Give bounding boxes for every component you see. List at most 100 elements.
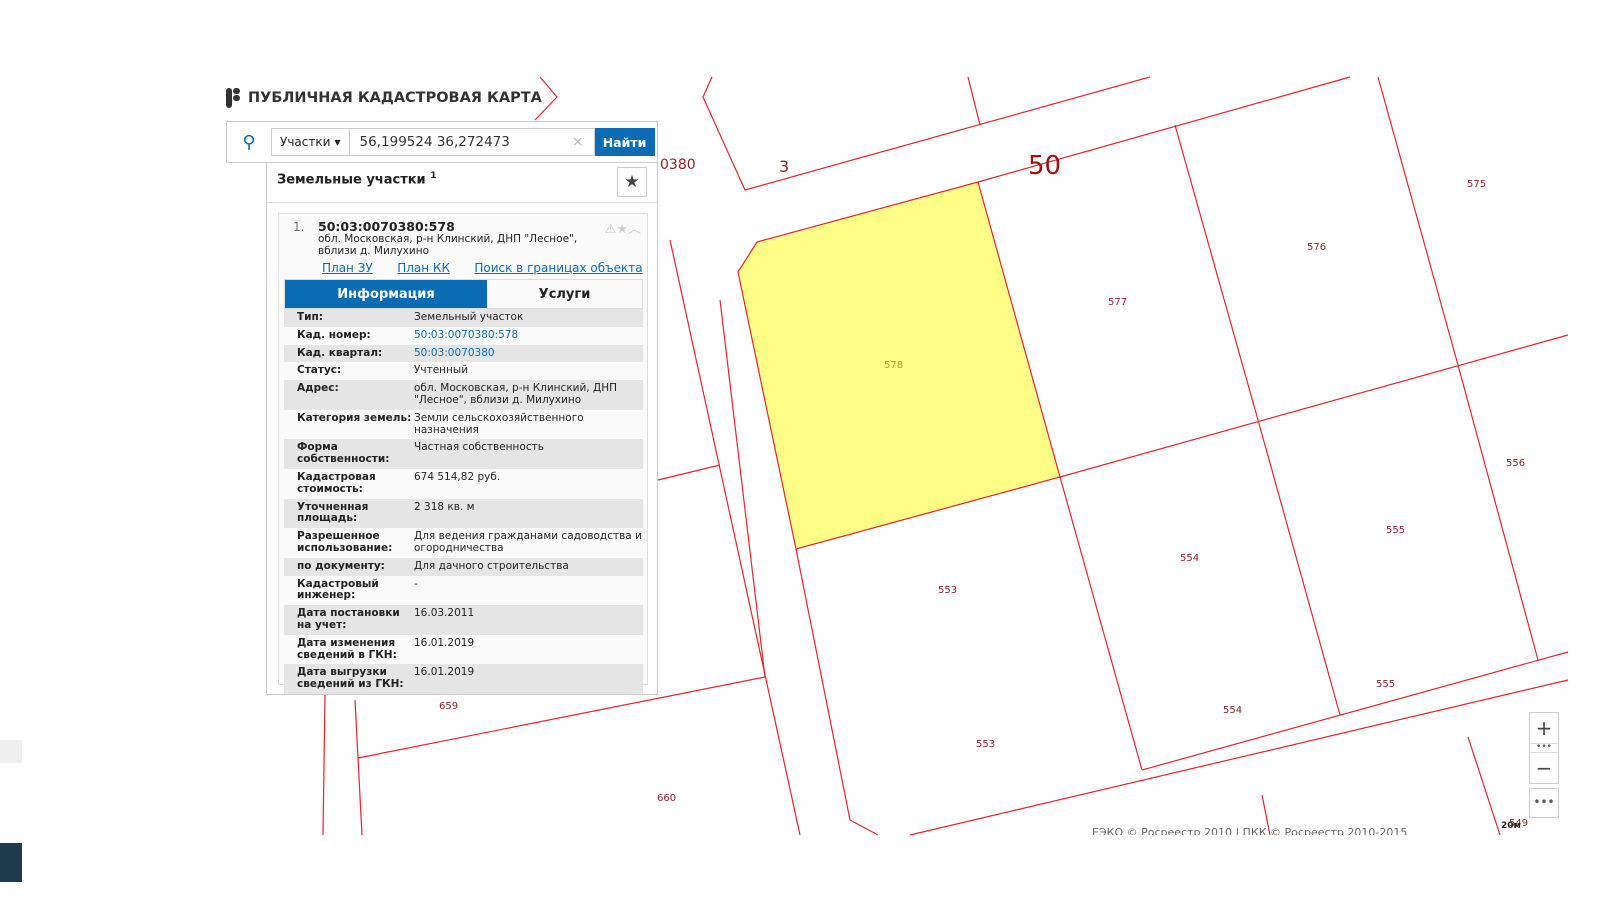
search-bar: ⚲ Участки ▼ 56,199524 36,272473 × Найти	[226, 121, 658, 163]
info-key: Тип:	[297, 311, 323, 323]
info-row: Кад. номер: 50:03:0070380:578	[284, 327, 643, 345]
parcel-label: 556	[1506, 458, 1525, 469]
info-key: Адрес:	[297, 382, 339, 395]
zoom-in-button[interactable]: +	[1530, 713, 1558, 743]
result-address: обл. Московская, р-н Клинский, ДНП "Лесн…	[318, 233, 578, 257]
search-input[interactable]: 56,199524 36,272473 ×	[348, 128, 595, 156]
info-value: 16.01.2019	[414, 636, 475, 649]
info-row: Адрес: обл. Московская, р-н Клинский, ДНП…	[284, 380, 643, 410]
info-row: по документу: Для дачного строительства	[284, 557, 643, 576]
info-key: Кад. квартал:	[297, 346, 383, 359]
parcel-label: 555	[1376, 679, 1395, 690]
info-row: Разрешенное использование: Для ведения гр…	[284, 528, 643, 558]
search-icon[interactable]: ⚲	[227, 132, 271, 153]
star-icon[interactable]: ★	[616, 222, 628, 237]
parcel-label: 575	[1467, 179, 1486, 190]
info-row: Кадастровый инженер: -	[284, 576, 643, 606]
favorites-button[interactable]: ★	[617, 167, 647, 197]
results-panel: Земельные участки 1 ★ 1. 50:03:0070380:5…	[266, 163, 658, 695]
result-index: 1.	[293, 220, 305, 234]
search-value: 56,199524 36,272473	[359, 134, 510, 150]
info-table: Тип: Земельный участок Кад. номер: 50:03:00…	[284, 309, 643, 694]
info-key: Статус:	[297, 364, 342, 377]
quarter-label: 50	[1028, 151, 1061, 181]
result-cad-number[interactable]: 50:03:0070380:578	[318, 219, 455, 234]
zoom-levels-button[interactable]: •••	[1530, 743, 1558, 753]
info-row: Категория земель: Земли сельскохозяйствен…	[284, 410, 643, 440]
find-button[interactable]: Найти	[594, 128, 655, 156]
address-line: вблизи д. Милухино	[318, 244, 430, 257]
info-row: Кад. квартал: 50:03:0070380	[284, 344, 643, 363]
info-value: 16.03.2011	[414, 607, 475, 620]
tab-info[interactable]: Информация	[285, 280, 487, 308]
info-value: Учтенный	[414, 364, 469, 377]
results-count: 1	[430, 171, 437, 181]
chevron-down-icon: ▼	[334, 137, 341, 147]
zoom-control: + ••• −	[1529, 712, 1559, 784]
info-key: Кад. номер:	[297, 328, 371, 341]
clear-icon[interactable]: ×	[572, 134, 584, 150]
result-card: 1. 50:03:0070380:578 обл. Московская, р-…	[278, 213, 648, 694]
info-key: Разрешенное использование:	[297, 530, 393, 554]
info-key: Дата изменения сведений в ГКН:	[297, 636, 397, 661]
map-label: 0380	[660, 157, 696, 173]
star-icon: ★	[624, 172, 640, 192]
search-type-value: Участки	[280, 135, 331, 149]
app-header: ПУБЛИЧНАЯ КАДАСТРОВАЯ КАРТА	[226, 88, 542, 108]
info-key: Кадастровая стоимость:	[297, 470, 376, 495]
side-tab[interactable]	[0, 740, 22, 763]
map-label: 3	[779, 157, 789, 176]
info-row: Тип: Земельный участок	[284, 309, 643, 327]
parcel-label: 659	[439, 701, 458, 712]
more-button[interactable]: •••	[1529, 788, 1559, 818]
info-value: Частная собственность	[414, 441, 544, 454]
parcel-label: 577	[1108, 297, 1127, 308]
parcel-label: 553	[938, 585, 957, 596]
info-key: Дата выгрузки сведений из ГКН:	[297, 666, 404, 691]
info-row: Форма собственности: Частная собственност…	[284, 439, 643, 469]
logo-icon	[226, 88, 240, 108]
info-row: Дата выгрузки сведений из ГКН: 16.01.2019	[284, 664, 643, 694]
parcel-label: 660	[657, 793, 676, 804]
collapse-icon[interactable]: ︿	[628, 222, 641, 237]
info-value: Для дачного строительства	[414, 559, 569, 572]
search-type-select[interactable]: Участки ▼	[271, 128, 349, 156]
address-line: обл. Московская, р-н Клинский, ДНП "Лесн…	[318, 233, 578, 245]
info-value[interactable]: 50:03:0070380	[414, 347, 643, 360]
info-value: Для ведения гражданами садоводства и ого…	[414, 530, 642, 554]
info-row: Дата постановки на учет: 16.03.2011	[284, 605, 643, 635]
side-menu-button[interactable]	[0, 843, 22, 882]
parcel-label: 578	[884, 360, 903, 371]
parcel-label: 554	[1223, 705, 1242, 716]
info-key: Категория земель:	[297, 411, 412, 424]
info-key: по документу:	[297, 559, 385, 572]
info-key: Уточненная площадь:	[297, 500, 369, 525]
info-key: Кадастровый инженер:	[297, 577, 379, 602]
info-key: Форма собственности:	[297, 441, 390, 466]
info-value: 2 318 кв. м	[414, 500, 475, 513]
app-title: ПУБЛИЧНАЯ КАДАСТРОВАЯ КАРТА	[248, 90, 542, 106]
parcel-label: 576	[1307, 242, 1326, 253]
info-value: обл. Московская, р-н Клинский, ДНП "Лесн…	[414, 382, 617, 406]
info-value: Земли сельскохозяйственного назначения	[414, 411, 584, 436]
info-value[interactable]: 50:03:0070380:578	[414, 329, 643, 342]
info-value: -	[414, 577, 418, 590]
parcel-label: 553	[976, 739, 995, 750]
parcel-label: 554	[1180, 553, 1199, 564]
parcel-label: 555	[1386, 525, 1405, 536]
info-row: Статус: Учтенный	[284, 362, 643, 380]
zoom-out-button[interactable]: −	[1530, 753, 1558, 783]
info-row: Дата изменения сведений в ГКН: 16.01.2019	[284, 635, 643, 665]
info-value: 674 514,82 руб.	[414, 470, 501, 483]
info-key: Дата постановки на учет:	[297, 607, 400, 631]
info-row: Кадастровая стоимость: 674 514,82 руб.	[284, 469, 643, 499]
info-row: Уточненная площадь: 2 318 кв. м	[284, 498, 643, 529]
copyright: ЕЭКО © Росреестр 2010 | ПКК © Росреестр …	[1092, 826, 1408, 835]
tab-services[interactable]: Услуги	[487, 280, 642, 308]
warning-icon[interactable]: ⚠	[605, 222, 617, 237]
scale-label: 20м	[1501, 821, 1521, 831]
results-heading: Земельные участки	[277, 172, 426, 188]
info-value: 16.01.2019	[414, 666, 475, 679]
info-value: Земельный участок	[414, 311, 524, 323]
results-header: Земельные участки 1 ★	[267, 163, 657, 203]
